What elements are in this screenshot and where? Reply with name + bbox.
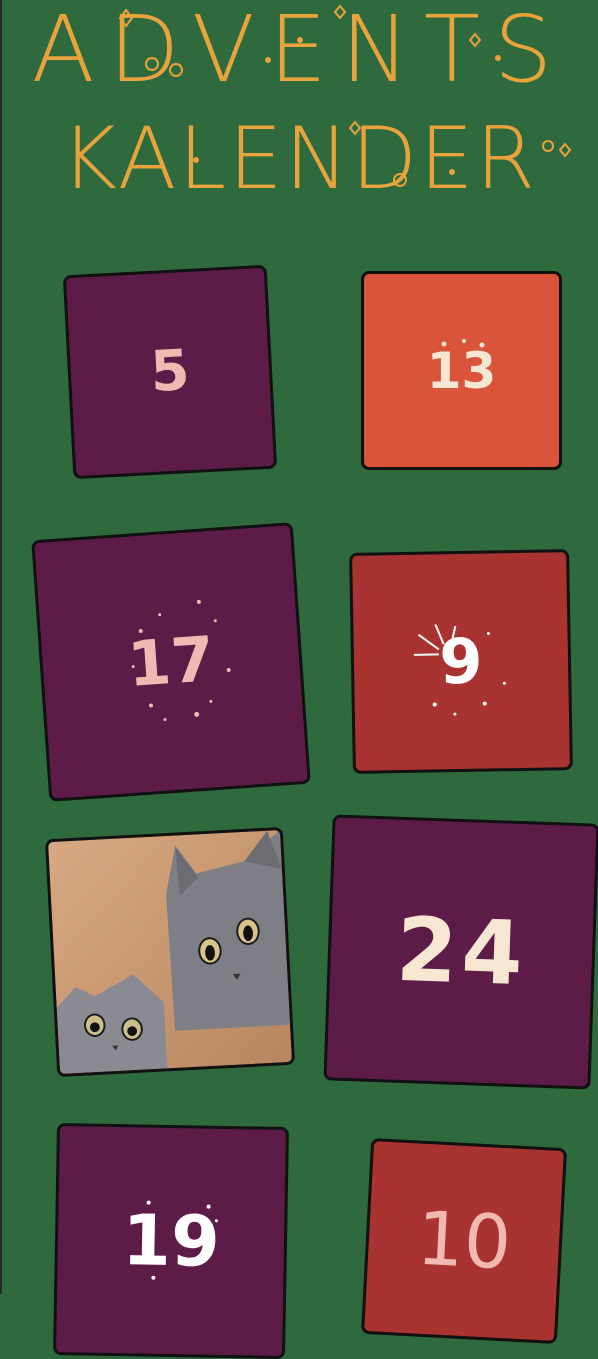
door-17[interactable]: 17: [31, 522, 311, 802]
door-24[interactable]: 24: [323, 814, 598, 1089]
door-number: 13: [427, 346, 497, 396]
door-13[interactable]: 13: [361, 271, 562, 470]
door-9[interactable]: 9: [349, 549, 573, 774]
calendar-title-line-2: KALENDER: [0, 116, 598, 202]
door-number: 5: [149, 343, 191, 401]
cat-photo-door[interactable]: [45, 827, 295, 1077]
door-number: 24: [395, 906, 528, 998]
door-number: 10: [415, 1202, 513, 1281]
cats-photo-icon: [48, 830, 292, 1074]
door-number: 17: [126, 628, 216, 696]
door-number: 19: [122, 1205, 221, 1277]
door-number: 9: [439, 630, 483, 693]
door-19[interactable]: 19: [53, 1123, 289, 1359]
door-10[interactable]: 10: [361, 1138, 567, 1344]
door-5[interactable]: 5: [63, 265, 277, 479]
calendar-title-line-1: ADVENTS: [0, 4, 598, 96]
